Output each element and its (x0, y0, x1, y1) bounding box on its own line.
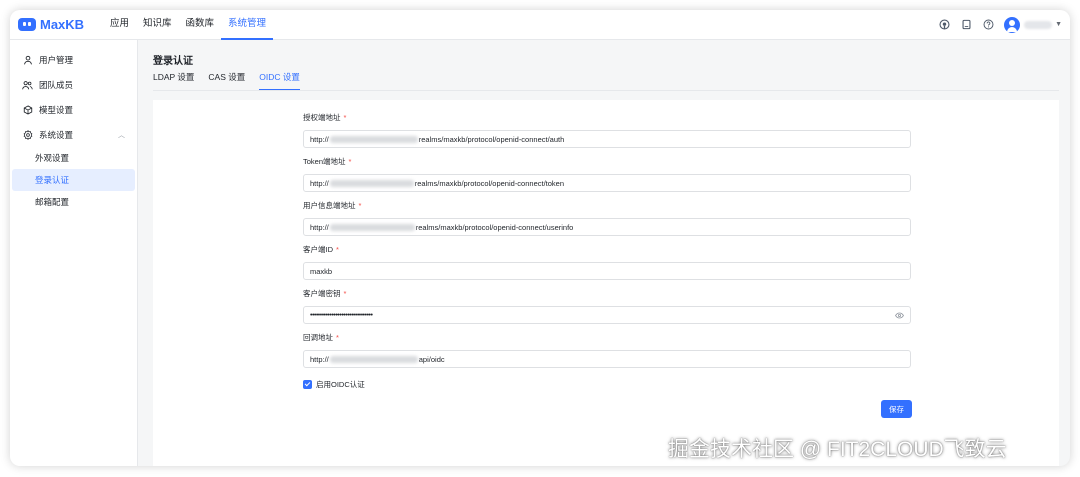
sidebar-item-team[interactable]: 团队成员 (10, 72, 137, 97)
tab-oidc[interactable]: OIDC 设置 (259, 68, 300, 90)
chevron-down-icon[interactable]: ▼ (1055, 21, 1062, 28)
field-userinfo-endpoint: 用户信息端地址 * http://realms/maxkb/protocol/op… (303, 200, 911, 236)
user-icon (22, 54, 33, 65)
sidebar-item-label: 用户管理 (39, 54, 74, 65)
help-icon[interactable] (982, 19, 994, 31)
logo[interactable]: MaxKB (18, 17, 103, 32)
app-window: MaxKB 应用 知识库 函数库 系统管理 ▼ 用户管理 团队成员 模型设置 系… (10, 10, 1070, 466)
sidebar-item-label: 团队成员 (39, 79, 74, 90)
cube-icon (22, 104, 33, 115)
tab-ldap[interactable]: LDAP 设置 (153, 68, 194, 90)
top-nav: 应用 知识库 函数库 系统管理 (103, 10, 274, 40)
field-label: 用户信息端地址 * (303, 201, 362, 210)
tabs: LDAP 设置 CAS 设置 OIDC 设置 (153, 68, 314, 90)
logo-icon (18, 18, 36, 31)
client-id-input[interactable]: maxkb (303, 262, 911, 280)
auth-endpoint-input[interactable]: http://realms/maxkb/protocol/openid-conn… (303, 130, 911, 148)
chevron-up-icon: ︿ (118, 131, 125, 139)
userinfo-endpoint-input[interactable]: http://realms/maxkb/protocol/openid-conn… (303, 218, 911, 236)
sidebar-subitem-email[interactable]: 邮箱配置 (10, 191, 137, 213)
sidebar: 用户管理 团队成员 模型设置 系统设置 ︿ 外观设置 登录认证 邮箱配置 (10, 40, 138, 466)
field-label: 客户端密钥 * (303, 289, 347, 298)
sidebar-item-models[interactable]: 模型设置 (10, 97, 137, 122)
gear-icon (22, 129, 33, 140)
enable-oidc-row: 启用OIDC认证 (303, 379, 911, 390)
client-secret-input[interactable]: •••••••••••••••••••••••••••••••• (303, 306, 911, 324)
sidebar-item-label: 模型设置 (39, 104, 74, 115)
page-title: 登录认证 (153, 56, 193, 67)
oidc-form: 授权端地址 * http://realms/maxkb/protocol/open… (303, 112, 911, 390)
sidebar-item-label: 系统设置 (39, 129, 74, 140)
github-icon[interactable] (938, 19, 950, 31)
sidebar-item-users[interactable]: 用户管理 (10, 47, 137, 72)
logo-text: MaxKB (40, 17, 85, 32)
field-client-id: 客户端ID * maxkb (303, 244, 911, 280)
save-button[interactable]: 保存 (881, 400, 912, 418)
nav-item-system[interactable]: 系统管理 (221, 10, 274, 40)
callback-url-input[interactable]: http://api/oidc (303, 350, 911, 368)
top-bar: MaxKB 应用 知识库 函数库 系统管理 ▼ (10, 10, 1070, 40)
enable-oidc-label[interactable]: 启用OIDC认证 (316, 379, 365, 390)
watermark: 掘金技术社区 @ FIT2CLOUD飞致云 (668, 438, 1007, 461)
settings-card: 授权端地址 * http://realms/maxkb/protocol/open… (153, 100, 1059, 466)
eye-icon[interactable] (895, 311, 904, 320)
field-callback-url: 回调地址 * http://api/oidc (303, 332, 911, 368)
sidebar-subitem-login-auth[interactable]: 登录认证 (12, 169, 135, 191)
sidebar-item-system-settings[interactable]: 系统设置 ︿ (10, 122, 137, 147)
nav-item-apps[interactable]: 应用 (103, 10, 136, 40)
nav-item-functions[interactable]: 函数库 (179, 10, 222, 40)
field-client-secret: 客户端密钥 * •••••••••••••••••••••••••••••••• (303, 288, 911, 324)
username-redacted[interactable] (1024, 20, 1053, 29)
field-auth-endpoint: 授权端地址 * http://realms/maxkb/protocol/open… (303, 112, 911, 148)
document-icon[interactable] (960, 19, 972, 31)
field-label: 客户端ID * (303, 245, 339, 254)
enable-oidc-checkbox[interactable] (303, 380, 312, 389)
user-avatar[interactable] (1004, 16, 1021, 33)
tabs-divider (153, 90, 1059, 91)
field-label: 回调地址 * (303, 333, 339, 342)
field-label: Token端地址 * (303, 157, 352, 166)
main-content: 登录认证 LDAP 设置 CAS 设置 OIDC 设置 授权端地址 * http:… (138, 40, 1070, 466)
field-token-endpoint: Token端地址 * http://realms/maxkb/protocol/o… (303, 156, 911, 192)
tab-cas[interactable]: CAS 设置 (208, 68, 245, 90)
field-label: 授权端地址 * (303, 113, 347, 122)
team-icon (22, 79, 33, 90)
header-actions: ▼ (928, 16, 1062, 33)
token-endpoint-input[interactable]: http://realms/maxkb/protocol/openid-conn… (303, 174, 911, 192)
sidebar-subitem-appearance[interactable]: 外观设置 (10, 147, 137, 169)
nav-item-knowledge[interactable]: 知识库 (136, 10, 179, 40)
